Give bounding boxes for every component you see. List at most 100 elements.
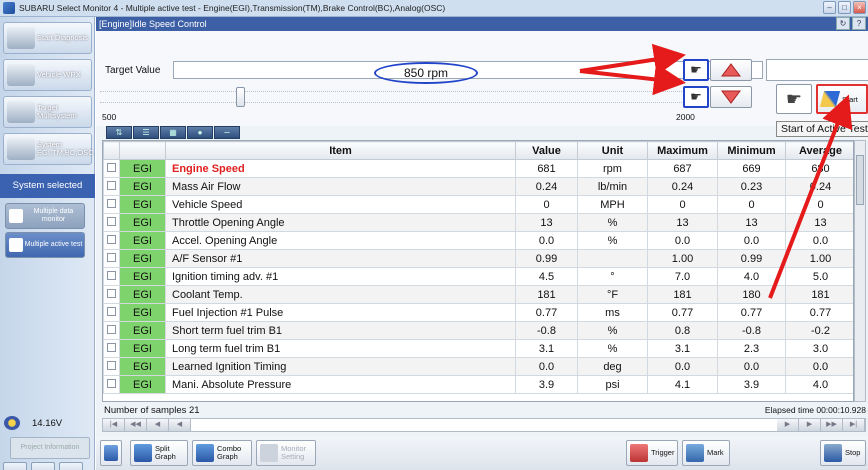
timeline-track[interactable]	[191, 419, 777, 431]
decrease-hand-icon[interactable]: ☛	[683, 86, 709, 108]
target-button[interactable]: Target Multisystem	[3, 96, 92, 128]
table-row[interactable]: EGI A/F Sensor #1 0.99 1.00 0.99 1.00	[103, 249, 853, 268]
col-header-maximum[interactable]: Maximum	[647, 141, 718, 160]
stop-button[interactable]: Stop	[820, 440, 866, 466]
first-icon[interactable]: |◀	[103, 419, 125, 431]
checkbox[interactable]	[107, 162, 116, 172]
table-row[interactable]: EGI Ignition timing adv. #1 4.5 ° 7.0 4.0 5.0	[103, 267, 853, 286]
view-icon[interactable]: ▦	[160, 126, 186, 139]
jump-start-button[interactable]	[100, 440, 122, 466]
row-checkbox[interactable]	[103, 375, 120, 394]
table-row[interactable]: EGI Mani. Absolute Pressure 3.9 psi 4.1 3.9 4.…	[103, 375, 853, 394]
checkbox[interactable]	[107, 342, 116, 352]
start-button[interactable]: Start	[816, 84, 868, 114]
col-header-item[interactable]: Item	[165, 141, 516, 160]
row-checkbox[interactable]	[103, 159, 120, 178]
increase-button[interactable]	[710, 59, 752, 81]
split-graph-button[interactable]: Split Graph	[130, 440, 188, 466]
table-row[interactable]: EGI Accel. Opening Angle 0.0% 0.0 0.0 0.0	[103, 231, 853, 250]
col-header-value[interactable]: Value	[515, 141, 578, 160]
value-cell: 0.0	[515, 357, 578, 376]
row-checkbox[interactable]	[103, 231, 120, 250]
print-icon[interactable]	[59, 462, 83, 470]
unit-cell: deg	[577, 357, 648, 376]
row-checkbox[interactable]	[103, 357, 120, 376]
mark-button[interactable]: Mark	[682, 440, 730, 466]
table-row[interactable]: EGI Coolant Temp. 181 °F 181 180 181	[103, 285, 853, 304]
checkbox[interactable]	[107, 378, 116, 388]
rewind-icon[interactable]: ◀◀	[125, 419, 147, 431]
hand-pointer-button[interactable]: ☛	[776, 84, 812, 114]
active-test-icon	[9, 238, 23, 252]
checkbox[interactable]	[107, 252, 116, 262]
combo-graph-button[interactable]: Combo Graph	[192, 440, 252, 466]
refresh-icon[interactable]: ↻	[836, 17, 850, 30]
checkbox[interactable]	[107, 360, 116, 370]
multiple-data-monitor-button[interactable]: Multiple data monitor	[5, 203, 85, 229]
checkbox[interactable]	[107, 288, 116, 298]
project-information-button[interactable]: Project Information	[10, 437, 90, 459]
table-row[interactable]: EGI Throttle Opening Angle 13% 13 13 13	[103, 213, 853, 232]
table-row[interactable]: EGI Learned Ignition Timing 0.0 deg 0.0 0.0 0.…	[103, 357, 853, 376]
checkbox[interactable]	[107, 306, 116, 316]
checkbox[interactable]	[107, 180, 116, 190]
checkbox[interactable]	[107, 324, 116, 334]
table-row[interactable]: EGI Engine Speed 681 rpm 687 669 680	[103, 159, 853, 178]
table-row[interactable]: EGI Fuel Injection #1 Pulse 0.77 ms 0.77 0.77…	[103, 303, 853, 322]
row-checkbox[interactable]	[103, 177, 120, 196]
battery-voltage: 14.16V	[4, 416, 62, 430]
minimize-icon[interactable]: –	[823, 1, 836, 14]
vertical-scrollbar[interactable]	[854, 140, 866, 402]
row-checkbox[interactable]	[103, 285, 120, 304]
row-checkbox[interactable]	[103, 195, 120, 214]
fast-forward-icon[interactable]: ▶▶	[821, 419, 843, 431]
scrollbar-thumb[interactable]	[856, 155, 864, 205]
vehicle-button[interactable]: Vehicle WRX	[3, 59, 92, 91]
item-cell: Mani. Absolute Pressure	[165, 375, 516, 394]
row-checkbox[interactable]	[103, 321, 120, 340]
row-checkbox[interactable]	[103, 303, 120, 322]
row-checkbox[interactable]	[103, 213, 120, 232]
table-row[interactable]: EGI Short term fuel trim B1 -0.8% 0.8 -0.8 -0…	[103, 321, 853, 340]
close-icon[interactable]: ×	[853, 1, 866, 14]
col-header-unit[interactable]: Unit	[577, 141, 648, 160]
save-icon[interactable]	[31, 462, 55, 470]
help-icon[interactable]: ?	[852, 17, 866, 30]
graph-icon[interactable]: ∽	[214, 126, 240, 139]
col-header-average[interactable]: Average	[785, 141, 853, 160]
row-checkbox[interactable]	[103, 267, 120, 286]
slider-thumb[interactable]	[236, 87, 245, 107]
increase-hand-icon[interactable]: ☛	[683, 59, 709, 81]
value-cell: 0.24	[515, 177, 578, 196]
horizontal-scrollbar[interactable]: |◀ ◀◀ ◀ ◀ ▶ ▶ ▶▶ ▶|	[102, 418, 866, 432]
target-slider[interactable]	[100, 87, 706, 109]
table-row[interactable]: EGI Long term fuel trim B1 3.1% 3.1 2.3 3.0	[103, 339, 853, 358]
trigger-button[interactable]: Trigger	[626, 440, 678, 466]
back-icon[interactable]: ◀	[169, 419, 191, 431]
back-fast-icon[interactable]: ◀	[147, 419, 169, 431]
decrease-button[interactable]	[710, 86, 752, 108]
start-diagnosis-button[interactable]: Start Diagnosis	[3, 22, 92, 54]
checkbox[interactable]	[107, 270, 116, 280]
row-checkbox[interactable]	[103, 249, 120, 268]
table-row[interactable]: EGI Vehicle Speed 0 MPH 0 0 0	[103, 195, 853, 214]
col-header-minimum[interactable]: Minimum	[717, 141, 786, 160]
home-icon[interactable]	[3, 462, 27, 470]
row-checkbox[interactable]	[103, 339, 120, 358]
forward-icon[interactable]: ▶	[777, 419, 799, 431]
forward-fast-icon[interactable]: ▶	[799, 419, 821, 431]
checkbox[interactable]	[107, 198, 116, 208]
multiple-active-test-button[interactable]: Multiple active test	[5, 232, 85, 258]
sort-icon[interactable]: ⇅	[106, 126, 132, 139]
list-icon[interactable]: ☰	[133, 126, 159, 139]
table-row[interactable]: EGI Mass Air Flow 0.24 lb/min 0.24 0.23 0.24	[103, 177, 853, 196]
bulb-icon[interactable]: ●	[187, 126, 213, 139]
last-icon[interactable]: ▶|	[843, 419, 865, 431]
maximize-icon[interactable]: □	[838, 1, 851, 14]
system-cell: EGI	[119, 195, 166, 214]
system-cell: EGI	[119, 213, 166, 232]
unit-cell: rpm	[577, 159, 648, 178]
system-button[interactable]: System EGI,TM,BC,OSC	[3, 133, 94, 165]
checkbox[interactable]	[107, 216, 116, 226]
checkbox[interactable]	[107, 234, 116, 244]
